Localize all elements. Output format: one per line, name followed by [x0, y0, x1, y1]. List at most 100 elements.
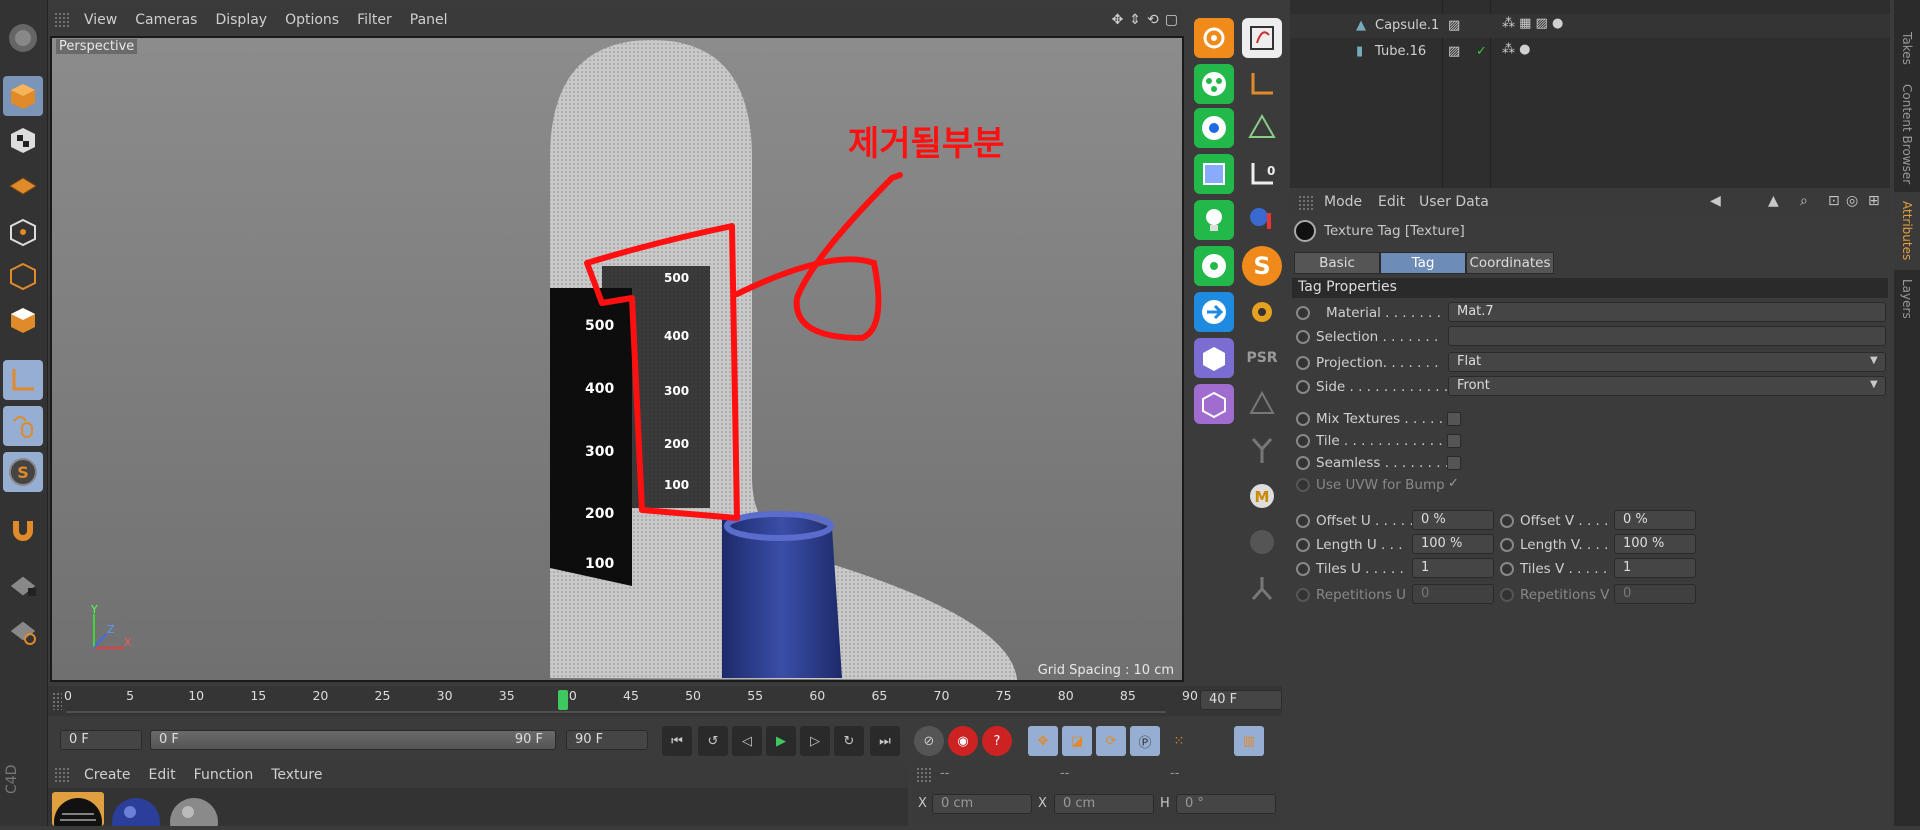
current-frame-field[interactable]: 40 F — [1200, 690, 1282, 710]
autokey-icon[interactable]: ◉ — [948, 726, 978, 756]
anim-radio[interactable] — [1296, 538, 1310, 552]
up-arrow-icon[interactable]: ▲ — [1768, 193, 1779, 209]
tab-basic[interactable]: Basic — [1294, 252, 1380, 274]
anim-radio[interactable] — [1296, 434, 1310, 448]
uvw-checkbox[interactable]: ✓ — [1448, 476, 1459, 491]
visibility-icon[interactable]: ▨ — [1448, 44, 1460, 59]
sphere-grey-icon[interactable] — [1242, 522, 1282, 562]
back-arrow-icon[interactable]: ◀ — [1710, 193, 1721, 209]
material-swatch-selected[interactable] — [52, 792, 104, 830]
effector-icon[interactable] — [1194, 246, 1234, 286]
anim-radio[interactable] — [1296, 478, 1310, 492]
keyframe-selection-icon[interactable]: ? — [982, 726, 1012, 756]
menu-options[interactable]: Options — [285, 12, 339, 28]
tab-takes[interactable]: Takes — [1894, 20, 1920, 76]
scale-key-icon[interactable]: ◪ — [1062, 726, 1092, 756]
undo-view-icon[interactable] — [3, 18, 43, 58]
move-key-icon[interactable]: ✥ — [1028, 726, 1058, 756]
play-icon[interactable]: ▶ — [766, 726, 796, 756]
grip-handle[interactable] — [1298, 195, 1314, 211]
constraint-icon[interactable] — [1242, 384, 1282, 424]
anim-radio[interactable] — [1296, 514, 1310, 528]
go-to-start-icon[interactable]: ⏮ — [662, 726, 692, 756]
projection-select[interactable]: Flat — [1448, 352, 1886, 372]
next-key-icon[interactable]: ↻ — [834, 726, 864, 756]
maximize-view-icon[interactable]: ▢ — [1165, 12, 1178, 28]
target-icon[interactable]: ◎ — [1846, 193, 1858, 209]
menu-function[interactable]: Function — [194, 767, 254, 783]
anim-radio[interactable] — [1500, 514, 1514, 528]
tag-icons[interactable]: ⁂ ▦ ▨ ● — [1502, 16, 1563, 31]
magnet-icon[interactable] — [3, 510, 43, 550]
rep-u-field[interactable]: 0 — [1412, 584, 1494, 604]
anim-radio[interactable] — [1500, 588, 1514, 602]
prev-frame-icon[interactable]: ◁ — [732, 726, 762, 756]
menu-user-data[interactable]: User Data — [1419, 194, 1489, 210]
menu-mode[interactable]: Mode — [1324, 194, 1362, 210]
anim-radio[interactable] — [1296, 380, 1310, 394]
spline-pen-icon[interactable] — [1242, 18, 1282, 58]
pla-key-icon[interactable]: ⁙ — [1164, 726, 1194, 756]
menu-create[interactable]: Create — [84, 767, 131, 783]
next-frame-icon[interactable]: ▷ — [800, 726, 830, 756]
anim-radio[interactable] — [1500, 538, 1514, 552]
light-icon[interactable] — [1194, 200, 1234, 240]
grid-lock-icon[interactable] — [3, 565, 43, 605]
menu-edit[interactable]: Edit — [149, 767, 176, 783]
anim-radio[interactable] — [1296, 356, 1310, 370]
axis-zero-icon[interactable]: 0 — [1242, 154, 1282, 194]
anim-radio[interactable] — [1500, 562, 1514, 576]
offset-u-field[interactable]: 0 % — [1412, 510, 1494, 530]
start-frame-field[interactable]: 0 F — [60, 730, 142, 750]
param-key-icon[interactable]: Ⓟ — [1130, 726, 1160, 756]
joint-icon[interactable] — [1242, 568, 1282, 608]
tab-tag[interactable]: Tag — [1380, 252, 1466, 274]
tab-attributes[interactable]: Attributes — [1894, 192, 1920, 270]
spline-icon[interactable] — [1194, 108, 1234, 148]
menu-view[interactable]: View — [84, 12, 117, 28]
playhead[interactable] — [558, 690, 568, 710]
texture-mode-icon[interactable] — [3, 120, 43, 160]
grip-handle[interactable] — [54, 767, 70, 783]
sun-gear-icon[interactable] — [1242, 292, 1282, 332]
bend-icon[interactable] — [1242, 64, 1282, 104]
sky-s-icon[interactable]: S — [1242, 246, 1282, 286]
viewport[interactable]: Perspective 500 400 300 200 100 500 400 … — [50, 36, 1184, 682]
rep-v-field[interactable]: 0 — [1614, 584, 1696, 604]
tab-layers[interactable]: Layers — [1894, 274, 1920, 324]
points-mode-icon[interactable] — [3, 212, 43, 252]
length-u-field[interactable]: 100 % — [1412, 534, 1494, 554]
drop-to-floor-icon[interactable] — [1242, 200, 1282, 240]
timeline-window-icon[interactable]: ▥ — [1234, 726, 1264, 756]
move-view-icon[interactable]: ✥ — [1112, 12, 1124, 28]
grid-orange-icon[interactable] — [3, 612, 43, 652]
tiles-u-field[interactable]: 1 — [1412, 558, 1494, 578]
tile-checkbox[interactable] — [1447, 434, 1461, 448]
selection-field[interactable] — [1448, 326, 1886, 346]
edges-mode-icon[interactable] — [3, 256, 43, 296]
search-icon[interactable]: ⌕ — [1800, 193, 1808, 209]
coord-x2-field[interactable]: 0 cm — [1054, 794, 1154, 814]
tab-coordinates[interactable]: Coordinates — [1466, 252, 1554, 274]
offset-v-field[interactable]: 0 % — [1614, 510, 1696, 530]
subdivide-icon[interactable] — [1194, 154, 1234, 194]
visibility-icon[interactable]: ▨ — [1448, 18, 1460, 33]
material-swatch-blue[interactable] — [110, 792, 162, 830]
workplane-icon[interactable] — [3, 165, 43, 205]
camera-icon[interactable] — [1194, 338, 1234, 378]
new-panel-icon[interactable]: ⊞ — [1868, 193, 1880, 209]
model-mode-icon[interactable] — [3, 76, 43, 116]
prev-key-icon[interactable]: ↺ — [698, 726, 728, 756]
side-select[interactable]: Front — [1448, 376, 1886, 396]
tiles-v-field[interactable]: 1 — [1614, 558, 1696, 578]
coord-h-field[interactable]: 0 ° — [1176, 794, 1276, 814]
menu-texture[interactable]: Texture — [271, 767, 322, 783]
menu-cameras[interactable]: Cameras — [135, 12, 197, 28]
tweak-mode-icon[interactable] — [3, 406, 43, 446]
grip-handle[interactable] — [916, 767, 932, 783]
grip-handle[interactable] — [54, 12, 70, 28]
snap-s-icon[interactable]: S — [3, 452, 43, 492]
menu-edit[interactable]: Edit — [1378, 194, 1405, 210]
mix-checkbox[interactable] — [1447, 412, 1461, 426]
hair-icon[interactable] — [1242, 430, 1282, 470]
